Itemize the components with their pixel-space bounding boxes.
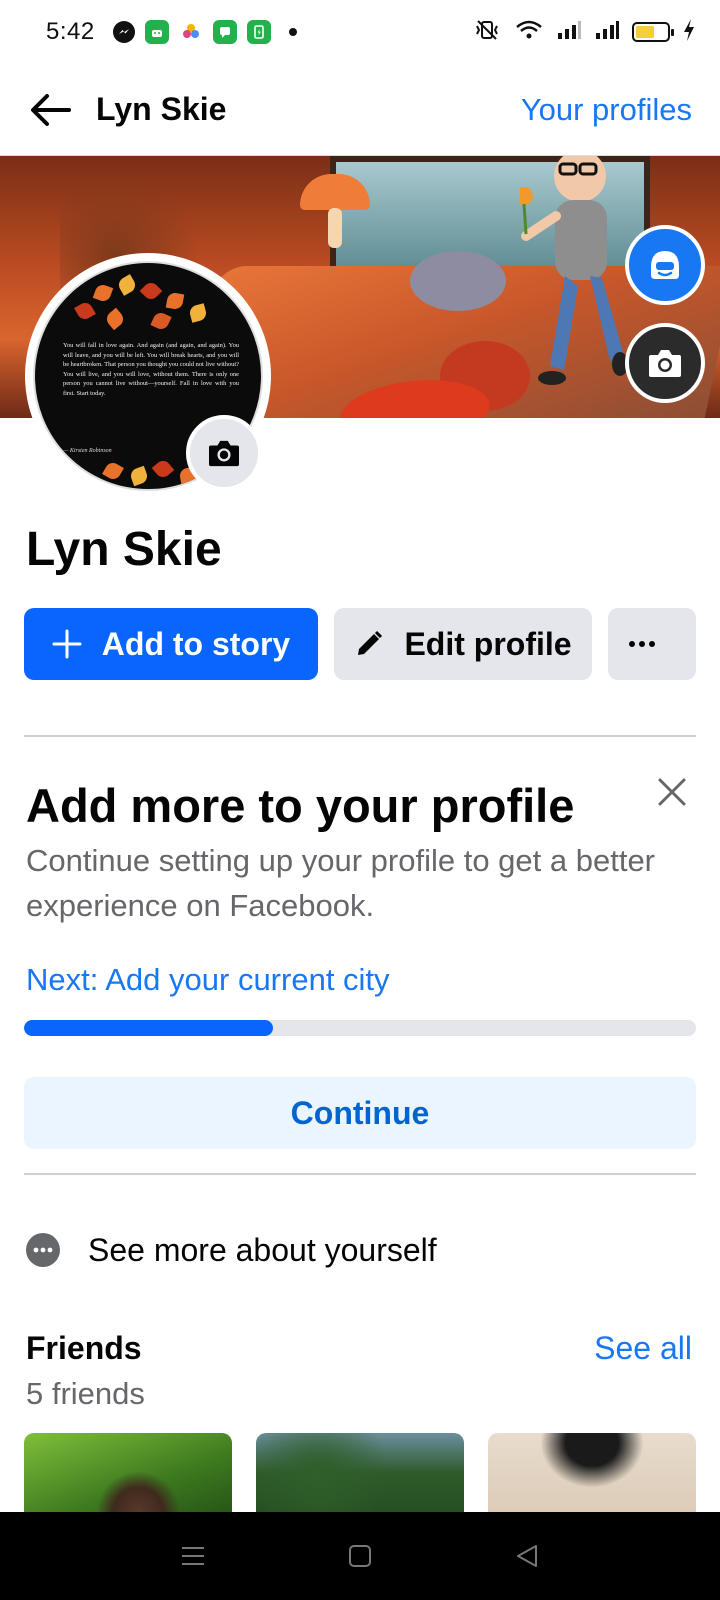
avatar-icon <box>651 251 679 279</box>
charging-icon <box>682 18 696 47</box>
system-nav-bar <box>0 1512 720 1600</box>
dismiss-button[interactable] <box>652 772 692 812</box>
battery-level <box>636 26 654 38</box>
see-more-about-yourself[interactable]: See more about yourself <box>26 1222 437 1278</box>
signal-icon <box>594 19 620 46</box>
close-icon <box>658 778 686 806</box>
cover-lamp-stem <box>328 208 342 248</box>
leaf-decoration <box>103 307 127 331</box>
add-to-story-button[interactable]: Add to story <box>24 608 318 680</box>
leaf-decoration <box>188 303 208 323</box>
arrow-left-icon <box>31 93 71 126</box>
leaf-decoration <box>150 310 172 332</box>
edit-profile-button[interactable]: Edit profile <box>334 608 592 680</box>
edit-profile-label: Edit profile <box>404 625 572 662</box>
next-step-link[interactable]: Next: Add your current city <box>26 962 390 998</box>
status-time: 5:42 <box>46 18 95 45</box>
more-circle-icon <box>26 1233 60 1267</box>
signal-icon <box>556 19 582 46</box>
photos-icon <box>179 20 203 44</box>
android-app-icon <box>144 20 169 44</box>
messenger-icon <box>112 21 135 43</box>
home-button[interactable] <box>330 1526 390 1586</box>
messages-icon <box>212 20 237 44</box>
continue-button[interactable]: Continue <box>24 1077 696 1149</box>
pencil-icon <box>358 630 383 655</box>
profile-progress-bar <box>24 1020 696 1036</box>
add-to-story-label: Add to story <box>101 625 291 662</box>
friends-title: Friends <box>26 1330 142 1366</box>
progress-fill <box>24 1020 273 1036</box>
camera-icon <box>649 350 681 377</box>
back-nav-button[interactable] <box>497 1526 557 1586</box>
wifi-icon <box>514 18 544 47</box>
leaf-decoration <box>102 460 124 482</box>
menu-icon <box>182 1547 205 1565</box>
your-profiles-link[interactable]: Your profiles <box>521 92 692 128</box>
edit-profile-photo-button[interactable] <box>186 415 262 491</box>
section-divider <box>24 735 696 737</box>
status-bar: 5:42 <box>0 0 720 64</box>
see-more-label: See more about yourself <box>88 1231 437 1268</box>
cover-avatar-character <box>520 156 628 385</box>
back-button[interactable] <box>28 88 72 132</box>
leaf-decoration <box>116 274 138 296</box>
leaf-decoration <box>139 279 163 303</box>
camera-icon <box>209 440 239 467</box>
leaf-decoration <box>92 282 114 304</box>
leaf-decoration <box>74 300 96 322</box>
edit-cover-photo-button[interactable] <box>625 323 705 403</box>
cover-pillow-illustration <box>410 251 506 311</box>
status-icons-left <box>112 20 297 44</box>
section-divider <box>24 1173 696 1175</box>
leaf-decoration <box>165 291 185 311</box>
profile-photo-author: — Kirsten Robinson <box>63 448 112 454</box>
triangle-back-icon <box>516 1545 537 1567</box>
profile-photo-quote: You will fall in love again. And again (… <box>63 342 239 397</box>
header-title: Lyn Skie <box>96 91 227 127</box>
status-icons-right <box>472 18 696 47</box>
leaf-decoration <box>151 457 175 481</box>
notification-dot-icon <box>288 28 297 36</box>
battery-saver-icon <box>246 20 271 44</box>
profile-name: Lyn Skie <box>26 523 222 576</box>
more-horizontal-icon <box>629 641 655 647</box>
more-options-button[interactable] <box>608 608 696 680</box>
header-bar: Lyn Skie Your profiles <box>0 64 720 156</box>
square-icon <box>348 1545 371 1567</box>
vibrate-icon <box>472 18 502 47</box>
edit-avatar-button[interactable] <box>625 225 705 305</box>
see-all-friends-link[interactable]: See all <box>594 1330 692 1367</box>
add-more-title: Add more to your profile <box>26 779 575 832</box>
profile-actions: Add to story Edit profile <box>24 608 696 680</box>
friends-count: 5 friends <box>26 1376 145 1411</box>
leaf-decoration <box>128 465 150 487</box>
battery-icon <box>632 22 674 42</box>
plus-icon <box>52 629 82 659</box>
recents-button[interactable] <box>163 1526 223 1586</box>
add-more-description: Continue setting up your profile to get … <box>26 843 656 923</box>
